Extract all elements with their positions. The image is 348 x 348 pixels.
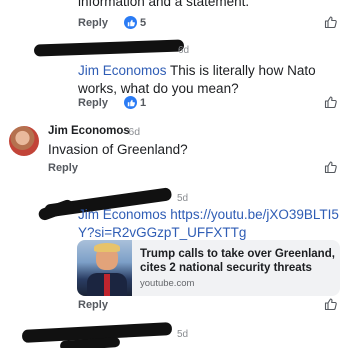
- comment-time: · 6d: [122, 126, 141, 138]
- like-icon[interactable]: [324, 95, 338, 109]
- avatar[interactable]: [9, 126, 39, 156]
- thumbs-up-icon: [124, 16, 137, 29]
- like-icon[interactable]: [324, 15, 338, 29]
- redacted-avatar: [37, 198, 75, 222]
- link-preview-title: Trump calls to take over Greenland, cite…: [140, 248, 335, 274]
- redacted-author: [33, 39, 185, 57]
- comment-time: 6d: [178, 45, 190, 56]
- like-icon[interactable]: [324, 297, 338, 311]
- reaction-count-value: 1: [140, 96, 147, 109]
- reply-button[interactable]: Reply: [78, 17, 108, 29]
- comment-text: information and a statement.: [78, 0, 250, 9]
- link-preview-thumbnail: [77, 240, 132, 296]
- reaction-count-value: 5: [140, 16, 147, 29]
- reply-button[interactable]: Reply: [48, 162, 78, 174]
- reaction-count[interactable]: 5: [124, 16, 146, 29]
- mention-link[interactable]: Jim Economos: [78, 207, 167, 222]
- reply-button[interactable]: Reply: [78, 97, 108, 109]
- thumbs-up-icon: [124, 96, 137, 109]
- comment-time: 5d: [177, 193, 189, 204]
- reply-button[interactable]: Reply: [78, 299, 108, 311]
- like-icon[interactable]: [324, 160, 338, 174]
- link-preview-domain: youtube.com: [140, 278, 195, 289]
- link-preview-card[interactable]: Trump calls to take over Greenland, cite…: [77, 240, 340, 296]
- comment-author[interactable]: Jim Economos: [48, 125, 130, 137]
- comment-text: Jim Economos This is literally how Nato …: [78, 62, 340, 98]
- mention-link[interactable]: Jim Economos: [78, 63, 167, 78]
- comment-text: Invasion of Greenland?: [48, 142, 188, 157]
- comment-text: Jim Economos https://youtu.be/jXO39BLTI5…: [78, 206, 340, 242]
- comment-time: 5d: [177, 329, 189, 340]
- reaction-count[interactable]: 1: [124, 96, 146, 109]
